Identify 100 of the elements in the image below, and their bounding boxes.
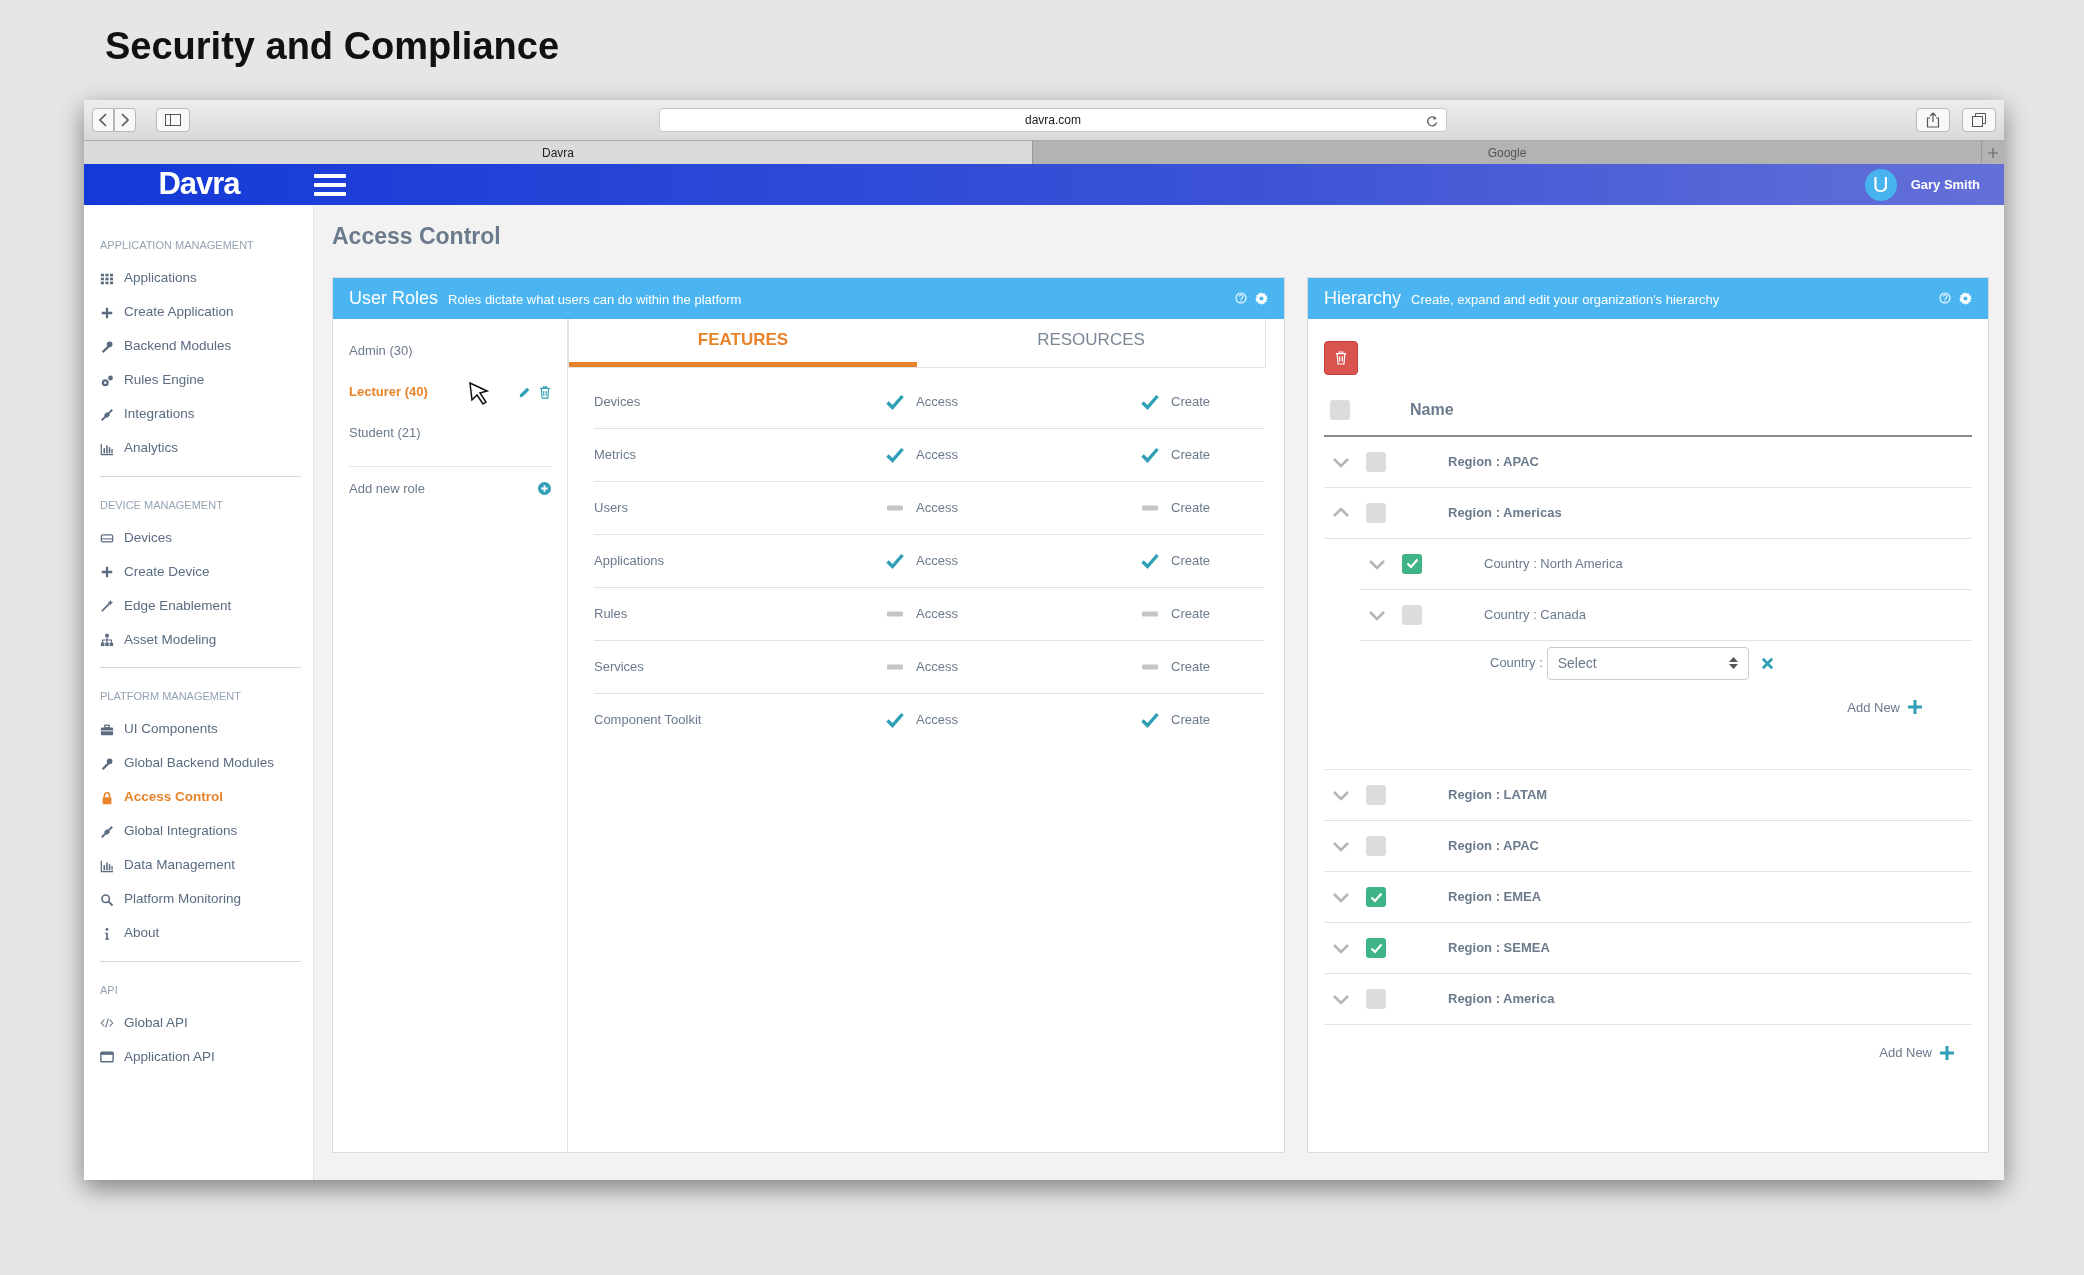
checkbox[interactable] (1366, 785, 1386, 806)
tree-item-label[interactable]: Country : North America (1484, 553, 1623, 574)
tab[interactable]: FEATURES (569, 318, 917, 367)
sidebar-item[interactable]: Integrations (100, 397, 301, 432)
wrench-icon (100, 339, 114, 354)
sidebar-item[interactable]: About (100, 916, 301, 951)
tree-item-label[interactable]: Region : APAC (1448, 451, 1539, 472)
sidebar-item[interactable]: Backend Modules (100, 329, 301, 364)
gears-icon (100, 373, 114, 388)
sidebar-item[interactable]: Application API (100, 1040, 301, 1074)
checkbox[interactable] (1402, 604, 1422, 625)
sidebar-section-title: APPLICATION MANAGEMENT (100, 238, 255, 253)
user-name[interactable]: Gary Smith (1910, 174, 1980, 195)
permission-label: Access (916, 445, 958, 464)
sidebar-item[interactable]: Create Device (100, 555, 301, 589)
help-icon[interactable] (1939, 292, 1951, 305)
permission-label: Create (1171, 551, 1211, 570)
address-bar[interactable]: davra.com (659, 108, 1447, 132)
sidebar-item[interactable]: Create Application (100, 295, 301, 330)
checkbox[interactable] (1366, 887, 1386, 908)
tree-item-label[interactable]: Region : SEMEA (1448, 938, 1550, 958)
sidebar-item[interactable]: Data Management (100, 848, 301, 883)
add-new-link[interactable]: Add New (1879, 1043, 1932, 1063)
chevron-down-icon[interactable] (1333, 839, 1349, 854)
code-icon (100, 1016, 114, 1030)
menu-icon[interactable] (314, 172, 346, 197)
chevron-down-icon[interactable] (1333, 890, 1349, 905)
sidebar-item[interactable]: Access Control (100, 780, 301, 815)
checkbox[interactable] (1402, 553, 1422, 574)
settings-icon[interactable] (1959, 291, 1972, 305)
plus-icon[interactable] (1940, 1045, 1954, 1060)
checkbox[interactable] (1366, 451, 1386, 472)
checkbox[interactable] (1330, 399, 1350, 420)
tabs-overview-button[interactable] (1962, 108, 1996, 132)
help-icon[interactable] (1235, 292, 1247, 305)
tree-item-label[interactable]: Country : Canada (1484, 604, 1586, 625)
permission-label: Access (916, 657, 958, 676)
tree-item-label[interactable]: Region : EMEA (1448, 887, 1542, 907)
dash-icon (1142, 504, 1158, 511)
role-item[interactable]: Student (21) (349, 423, 421, 443)
add-new-link[interactable]: Add New (1847, 697, 1900, 718)
permission-label: Access (916, 392, 958, 411)
sidebar-item[interactable]: Analytics (100, 431, 301, 466)
check-icon (1141, 712, 1159, 729)
trash-icon (1335, 350, 1347, 365)
sidebar-item[interactable]: Devices (100, 521, 301, 555)
role-item[interactable]: Lecturer (40) (349, 382, 428, 402)
grid-icon (100, 271, 114, 286)
chevron-down-icon[interactable] (1333, 992, 1349, 1007)
role-item[interactable]: Admin (30) (349, 341, 413, 361)
country-select[interactable]: Select (1546, 646, 1749, 680)
add-circle-icon[interactable] (538, 481, 551, 495)
chevron-down-icon[interactable] (1333, 941, 1349, 956)
new-tab-icon[interactable] (1987, 146, 1999, 159)
trash-icon[interactable] (539, 385, 551, 399)
tree-item-label[interactable]: Region : America (1448, 989, 1555, 1009)
permission-label: Create (1171, 392, 1211, 411)
permission-label: Create (1171, 604, 1211, 623)
settings-icon[interactable] (1255, 291, 1268, 305)
sidebar-item[interactable]: UI Components (100, 712, 301, 747)
wand-icon (100, 599, 114, 613)
tree-item-label[interactable]: Region : APAC (1448, 836, 1539, 856)
sidebar-item[interactable]: Asset Modeling (100, 623, 301, 657)
check-icon (1141, 552, 1159, 569)
plus-icon[interactable] (1908, 700, 1922, 715)
plug-icon (100, 824, 114, 839)
remove-icon[interactable] (1760, 656, 1774, 670)
sidebar-item[interactable]: Platform Monitoring (100, 882, 301, 917)
pencil-icon[interactable] (518, 385, 531, 399)
sidebar-item[interactable]: Applications (100, 261, 301, 296)
tab[interactable]: RESOURCES (917, 318, 1265, 367)
checkbox[interactable] (1366, 989, 1386, 1010)
dash-icon (887, 663, 903, 670)
dash-icon (887, 610, 903, 617)
delete-button[interactable] (1324, 340, 1358, 375)
column-header: Name (1410, 399, 1454, 420)
sidebar-section-title: PLATFORM MANAGEMENT (100, 689, 242, 704)
checkbox[interactable] (1366, 938, 1386, 959)
share-button[interactable] (1916, 108, 1950, 132)
sidebar-item[interactable]: Global API (100, 1006, 301, 1040)
back-button[interactable] (92, 108, 114, 132)
sidebar-toggle-button[interactable] (156, 108, 190, 132)
sidebar-item[interactable]: Global Integrations (100, 814, 301, 849)
forward-button[interactable] (114, 108, 136, 132)
sidebar-item[interactable]: Global Backend Modules (100, 746, 301, 781)
checkbox[interactable] (1366, 836, 1386, 857)
chevron-left-icon (97, 113, 109, 127)
add-role-link[interactable]: Add new role (349, 478, 425, 499)
tree-item-label[interactable]: Region : Americas (1448, 502, 1562, 523)
sidebar-item[interactable]: Edge Enablement (100, 589, 301, 623)
reload-icon[interactable] (1426, 115, 1438, 127)
hierarchy-icon (100, 633, 114, 647)
sidebar-item[interactable]: Rules Engine (100, 363, 301, 398)
check-icon (1369, 942, 1383, 954)
checkbox[interactable] (1366, 502, 1386, 523)
tree-item-label[interactable]: Region : LATAM (1448, 785, 1548, 805)
sidebar-section-title: DEVICE MANAGEMENT (100, 497, 224, 513)
browser-tab[interactable]: Davra (84, 141, 1033, 164)
permission-label: Create (1171, 657, 1211, 676)
chevron-down-icon[interactable] (1333, 788, 1349, 803)
